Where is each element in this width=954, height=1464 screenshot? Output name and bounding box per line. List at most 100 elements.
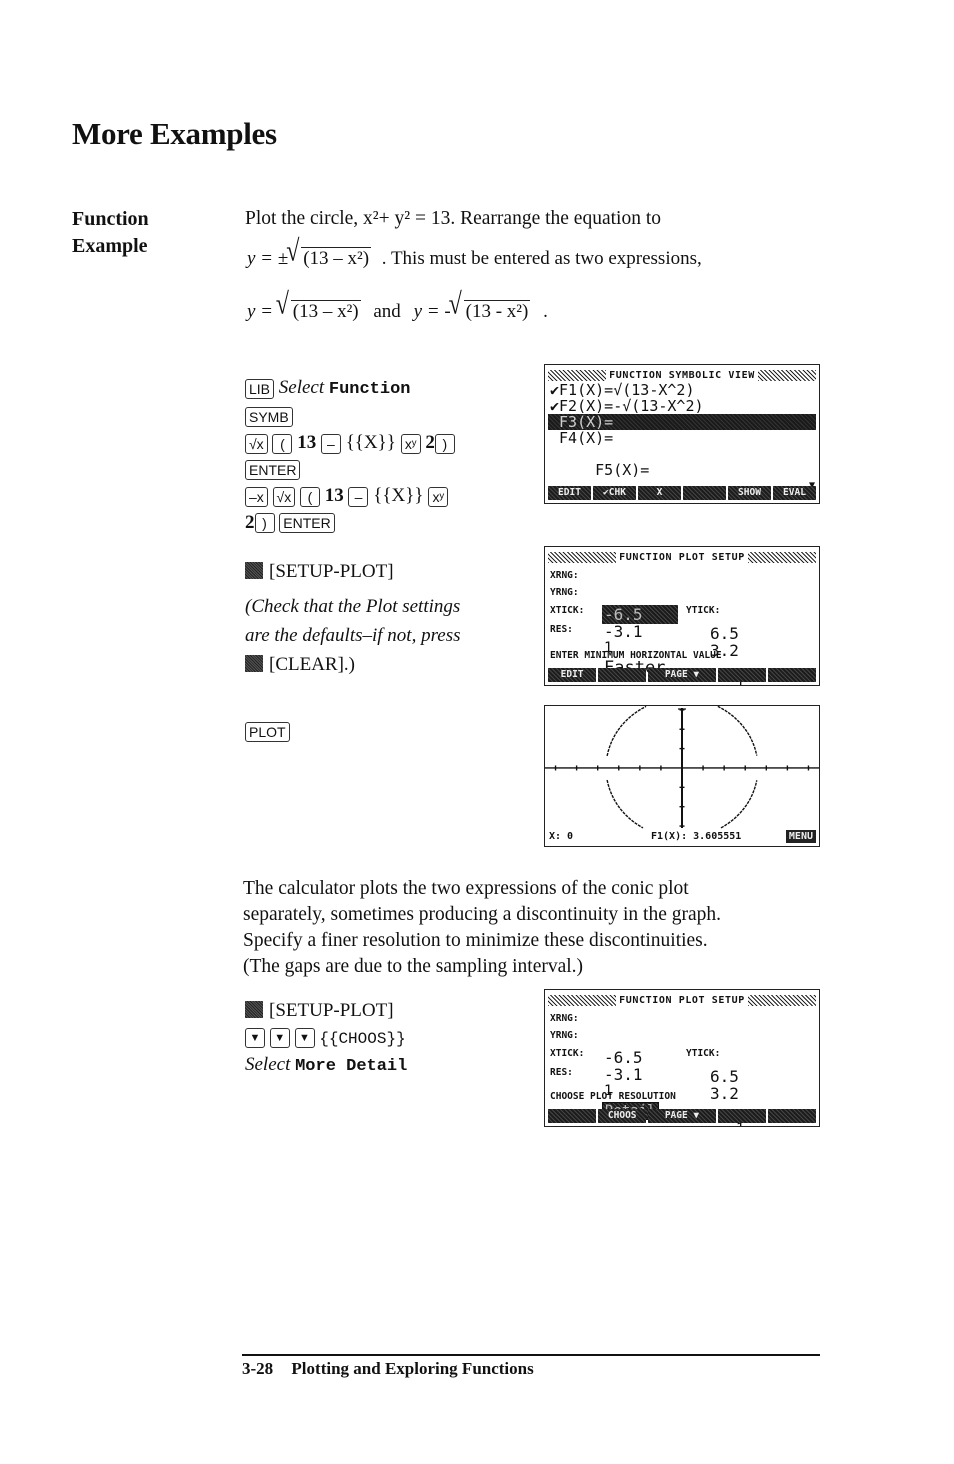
key-lib: LIB bbox=[245, 378, 275, 399]
plot-graph bbox=[545, 706, 819, 829]
title-hatch bbox=[747, 994, 817, 1006]
function-f5: F5(X)= ▼ bbox=[545, 446, 819, 491]
softkey-choos: CHOOS bbox=[598, 1109, 647, 1123]
step-enter-f1: √x ( 13 – {{X}} xʸ 2) bbox=[245, 430, 455, 457]
step-select-detail: Select More Detail bbox=[245, 1052, 407, 1081]
paragraph-line: separately, sometimes producing a discon… bbox=[243, 904, 721, 925]
note-line-3: [CLEAR].) bbox=[245, 650, 461, 679]
shift-key-icon bbox=[245, 1001, 263, 1018]
softkey-edit: EDIT bbox=[548, 486, 591, 500]
number-2: 2 bbox=[245, 511, 255, 533]
page-footer: 3-28 Plotting and Exploring Functions bbox=[242, 1359, 534, 1379]
upper-semicircle-f1 bbox=[717, 706, 758, 756]
screen-prompt: ENTER MINIMUM HORIZONTAL VALUE bbox=[550, 650, 722, 661]
section-heading: Function Example bbox=[72, 206, 149, 260]
title-hatch bbox=[757, 369, 816, 381]
explanation-paragraph: The calculator plots the two expressions… bbox=[243, 876, 721, 980]
function-readout: F1(X): 3.605551 bbox=[651, 831, 742, 842]
key-minus: – bbox=[320, 433, 341, 454]
shift-key-icon bbox=[245, 562, 263, 579]
softkey-page-down: PAGE ▼ bbox=[648, 668, 716, 682]
step-setup-plot: [SETUP-PLOT] bbox=[245, 557, 461, 586]
softkey-x: {{X}} bbox=[345, 432, 396, 453]
function-f3-selected: F3(X)= bbox=[548, 414, 816, 430]
xtick-label: XTICK: bbox=[550, 605, 585, 616]
step-enter-f2-cont: 2) ENTER bbox=[245, 510, 455, 537]
sqrt-symbol: (13 – x²) bbox=[289, 246, 372, 272]
equation-plus-minus: y = ± (13 – x²) . This must be entered as… bbox=[247, 246, 702, 272]
screen-plot-view: X: 0 F1(X): 3.605551 MENU bbox=[544, 705, 820, 847]
section-heading-line2: Example bbox=[72, 235, 148, 257]
yrng-row: YRNG: -3.1 3.2 bbox=[550, 584, 814, 660]
sqrt-symbol: (13 – x²) bbox=[279, 299, 361, 325]
softkey-blank bbox=[717, 1109, 766, 1123]
xrng-row: XRNG: -6.5 6.5 bbox=[550, 1010, 814, 1086]
select-label: Select bbox=[278, 377, 325, 398]
ytick-label: YTICK: bbox=[686, 605, 721, 616]
softkey-blank bbox=[683, 486, 726, 500]
key-minus: – bbox=[348, 486, 369, 507]
step-setup-plot: [SETUP-PLOT] bbox=[245, 998, 407, 1025]
key-down-arrow: ▼ bbox=[269, 1028, 290, 1049]
upper-semicircle-f1 bbox=[606, 706, 647, 757]
intro-line-2-rest: . This must be entered as two expression… bbox=[381, 248, 702, 269]
page-number: 3-28 bbox=[242, 1359, 274, 1378]
lower-semicircle-f2 bbox=[606, 779, 644, 829]
screen-plot-setup-faster: FUNCTION PLOT SETUP XRNG: -6.5 6.5 YRNG:… bbox=[544, 546, 820, 686]
screen-title: FUNCTION PLOT SETUP bbox=[619, 994, 745, 1006]
eq1-lhs: y = ± bbox=[247, 248, 289, 269]
eq1-radicand: (13 – x²) bbox=[301, 247, 372, 269]
number-2: 2 bbox=[425, 432, 435, 453]
select-value: More Detail bbox=[295, 1057, 408, 1076]
chapter-title: Plotting and Exploring Functions bbox=[291, 1359, 534, 1378]
eq2-radicand: (13 – x²) bbox=[290, 300, 361, 322]
key-right-paren: ) bbox=[254, 513, 275, 534]
menu-softkey: MENU bbox=[785, 830, 816, 843]
xrng-label: XRNG: bbox=[550, 570, 579, 581]
softkey-check: ✔CHK bbox=[593, 486, 636, 500]
paragraph-line: The calculator plots the two expressions… bbox=[243, 878, 689, 899]
paragraph-line: (The gaps are due to the sampling interv… bbox=[243, 956, 584, 977]
select-label: Select bbox=[245, 1054, 291, 1075]
page-title: More Examples bbox=[72, 116, 277, 151]
function-f2: ✔F2(X)=-√(13-X^2) bbox=[550, 397, 704, 415]
yrng-row: YRNG: -3.1 3.2 bbox=[550, 1027, 814, 1103]
note-line-1: (Check that the Plot settings bbox=[245, 596, 461, 617]
res-row: RES: Detail bbox=[550, 1064, 814, 1120]
title-hatch bbox=[548, 994, 617, 1006]
eq3-radicand: (13 - x²) bbox=[463, 300, 531, 322]
key-down-arrow: ▼ bbox=[245, 1028, 265, 1049]
sqrt-symbol: (13 - x²) bbox=[452, 299, 531, 325]
res-label: RES: bbox=[550, 624, 573, 635]
softkey-blank bbox=[767, 668, 816, 682]
step-select-function: LIB Select Function bbox=[245, 375, 455, 404]
step-choose: ▼ ▼ ▼ {{CHOOS}} bbox=[245, 1025, 407, 1053]
eq3-lhs: y = - bbox=[413, 301, 451, 322]
screen-prompt: CHOOSE PLOT RESOLUTION bbox=[550, 1091, 676, 1102]
tick-row: XTICK: 1 YTICK: 1 bbox=[550, 1045, 814, 1126]
screen-title-bar: FUNCTION SYMBOLIC VIEW bbox=[548, 368, 816, 382]
keystroke-steps-1: LIB Select Function SYMB √x ( 13 – {{X}}… bbox=[245, 375, 455, 536]
intro-line-1: Plot the circle, x²+ y² = 13. Rearrange … bbox=[245, 208, 661, 229]
equation-pair: y = (13 – x²) and y = - (13 - x²) . bbox=[247, 299, 548, 325]
xrng-label: XRNG: bbox=[550, 1013, 579, 1024]
eq2-lhs: y = bbox=[247, 301, 278, 322]
title-hatch bbox=[548, 369, 607, 381]
softkey-blank bbox=[767, 1109, 816, 1123]
softkey-show: SHOW bbox=[728, 486, 771, 500]
keystroke-steps-2: [SETUP-PLOT] (Check that the Plot settin… bbox=[245, 557, 461, 679]
x-readout: X: 0 bbox=[549, 831, 574, 842]
xrng-row: XRNG: -6.5 6.5 bbox=[550, 567, 814, 643]
softkey-blank bbox=[598, 668, 647, 682]
softkey-eval: EVAL bbox=[773, 486, 816, 500]
softkey-menu: EDIT ✔CHK X SHOW EVAL bbox=[548, 486, 816, 500]
key-enter: ENTER bbox=[245, 460, 301, 481]
step-enter-f2: –x √x ( 13 – {{X}} xʸ bbox=[245, 483, 455, 510]
function-f1: ✔F1(X)=√(13-X^2) bbox=[550, 381, 695, 399]
key-x-power-y: xʸ bbox=[428, 486, 449, 507]
softkey-choos: {{CHOOS}} bbox=[319, 1029, 406, 1048]
clear-label: [CLEAR].) bbox=[269, 654, 356, 675]
screen-plot-setup-detail: FUNCTION PLOT SETUP XRNG: -6.5 6.5 YRNG:… bbox=[544, 989, 820, 1127]
key-negate: –x bbox=[245, 486, 268, 507]
number-13: 13 bbox=[324, 485, 344, 506]
